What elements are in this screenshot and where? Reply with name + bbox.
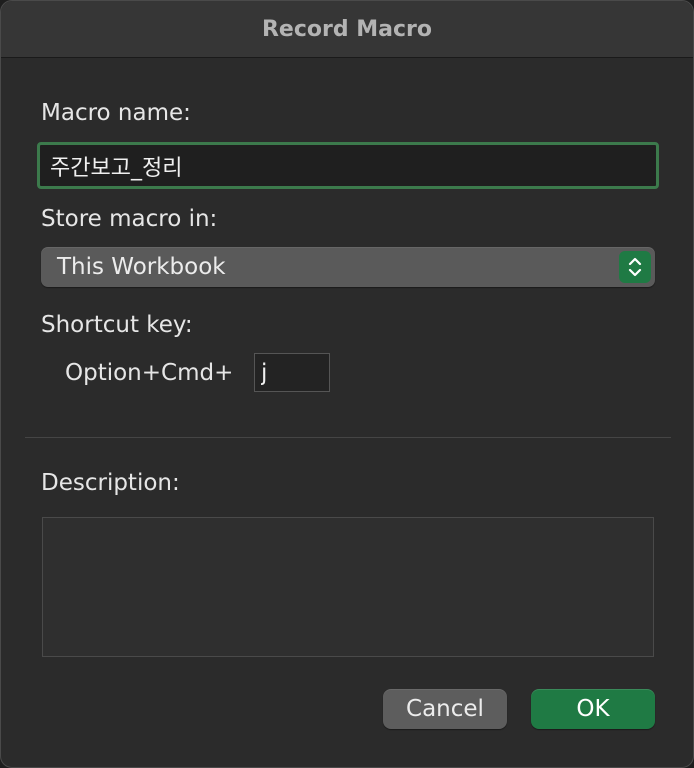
shortcut-prefix-text: Option+Cmd+ <box>65 360 234 386</box>
macro-name-label: Macro name: <box>41 100 191 126</box>
store-macro-label: Store macro in: <box>41 206 218 232</box>
description-label: Description: <box>41 470 180 496</box>
store-macro-select[interactable]: This Workbook <box>41 247 655 287</box>
macro-name-input[interactable] <box>37 142 659 189</box>
dialog-titlebar: Record Macro <box>1 1 693 58</box>
chevron-up-down-icon <box>619 251 651 283</box>
section-divider <box>25 437 671 438</box>
shortcut-key-input[interactable] <box>254 353 330 392</box>
shortcut-key-label: Shortcut key: <box>41 312 193 338</box>
record-macro-dialog: Record Macro Macro name: Store macro in:… <box>0 0 694 768</box>
description-textarea[interactable] <box>42 517 654 657</box>
cancel-button[interactable]: Cancel <box>383 689 507 729</box>
ok-button[interactable]: OK <box>531 689 655 729</box>
store-macro-selected-value: This Workbook <box>57 254 226 280</box>
dialog-title: Record Macro <box>261 16 433 42</box>
